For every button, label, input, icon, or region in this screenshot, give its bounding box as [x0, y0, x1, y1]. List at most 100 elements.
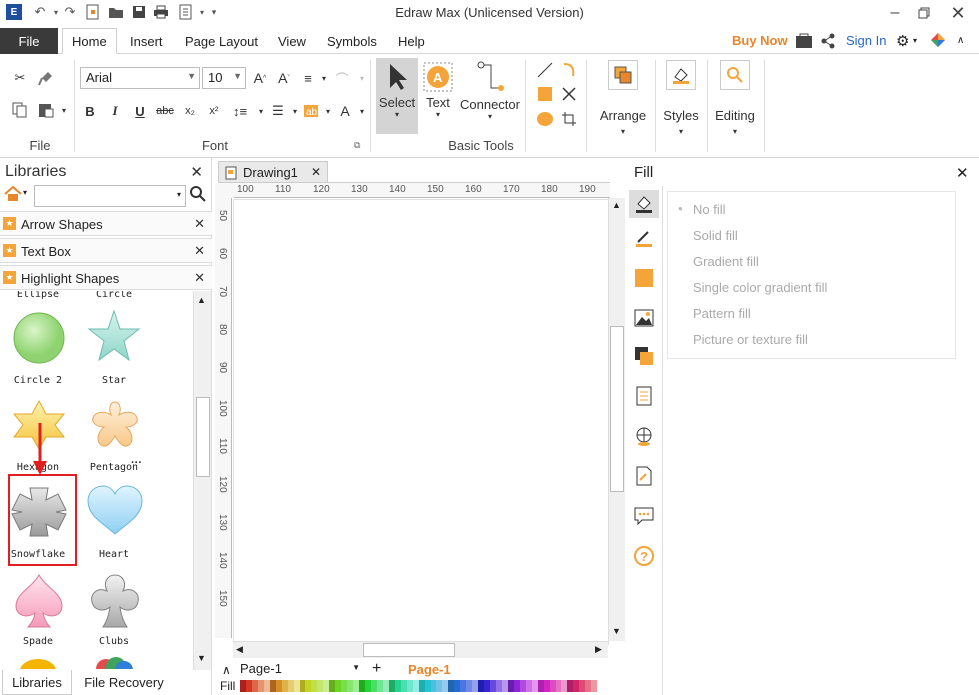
fill-icon[interactable] [629, 190, 659, 218]
arrange-button[interactable]: Arrange ▾ [594, 60, 652, 140]
close-category-icon[interactable]: ✕ [194, 270, 205, 286]
line-icon[interactable] [535, 60, 555, 80]
canvas-vertical-scrollbar[interactable]: ▲ ▼ [608, 198, 625, 641]
shape-clubs[interactable] [88, 573, 142, 632]
close-category-icon[interactable]: ✕ [194, 216, 205, 232]
align-dropdown-icon[interactable]: ▾ [314, 68, 334, 88]
layer-icon[interactable] [632, 344, 656, 368]
line-spacing-icon[interactable]: ↕≡ [230, 101, 250, 121]
copy-icon[interactable] [10, 100, 30, 120]
store-icon[interactable] [795, 33, 813, 52]
canvas-hscroll-thumb[interactable] [363, 643, 455, 657]
styles-button[interactable]: Styles ▾ [660, 60, 702, 140]
ellipse-icon[interactable] [535, 109, 555, 129]
close-window-button[interactable]: ✕ [946, 2, 970, 24]
help-icon[interactable]: ? [632, 544, 656, 568]
text-direction-icon[interactable]: ⌒ [332, 68, 352, 88]
text-direction-dropdown-icon[interactable]: ▾ [352, 68, 372, 88]
page-bar-collapse-icon[interactable]: ∧ [222, 663, 231, 677]
settings-icon[interactable]: ⚙ [896, 32, 909, 50]
library-search-input[interactable]: ▾ [34, 185, 186, 207]
subscript-icon[interactable]: x₂ [180, 101, 200, 121]
image-icon[interactable] [632, 306, 656, 330]
font-color-dropdown-icon[interactable]: ▾ [352, 101, 372, 121]
paste-icon[interactable] [36, 100, 56, 120]
connector-tool-button[interactable]: Connector ▾ [458, 58, 522, 134]
home-dropdown-icon[interactable]: ▾ [23, 188, 27, 197]
tab-insert[interactable]: Insert [130, 28, 163, 54]
rectangle-icon[interactable] [535, 84, 555, 104]
page-selector[interactable]: Page-1 ▼ [240, 661, 360, 679]
bold-icon[interactable]: B [80, 101, 100, 121]
shape-partial[interactable] [92, 655, 136, 669]
scroll-up-icon[interactable]: ▲ [612, 200, 621, 210]
shape-snowflake[interactable] [10, 486, 68, 541]
shape-partial[interactable] [18, 657, 58, 669]
crop-icon[interactable] [559, 109, 579, 129]
document-tab[interactable]: Drawing1 ✕ [218, 161, 328, 183]
scroll-down-icon[interactable]: ▼ [197, 653, 206, 663]
buy-now-link[interactable]: Buy Now [732, 33, 788, 48]
cross-icon[interactable] [559, 84, 579, 104]
font-size-select[interactable]: 10 ▼ [202, 67, 246, 89]
tab-file-recovery[interactable]: File Recovery [78, 670, 170, 695]
collapse-ribbon-icon[interactable]: ∧ [957, 35, 964, 46]
page-properties-icon[interactable] [632, 384, 656, 408]
paste-dropdown-icon[interactable]: ▾ [54, 100, 74, 120]
fill-option-gradient[interactable]: Gradient fill [693, 254, 759, 269]
library-scroll-thumb[interactable] [196, 397, 210, 477]
select-tool-button[interactable]: Select ▾ [376, 58, 418, 134]
attachment-icon[interactable] [632, 464, 656, 488]
file-menu[interactable]: File [0, 28, 58, 54]
tab-libraries[interactable]: Libraries [2, 670, 72, 695]
scroll-up-icon[interactable]: ▲ [197, 295, 206, 305]
shrink-font-icon[interactable]: Aˇ [274, 68, 294, 88]
format-painter-icon[interactable] [36, 68, 56, 88]
minimize-button[interactable]: – [883, 2, 907, 24]
font-name-select[interactable]: Arial ▼ [80, 67, 200, 89]
library-category-arrow-shapes[interactable]: ★ Arrow Shapes ✕ [0, 211, 212, 236]
grow-font-icon[interactable]: A ^ [250, 68, 270, 88]
cut-icon[interactable]: ✂ [10, 68, 30, 88]
tab-home[interactable]: Home [62, 28, 117, 54]
fill-option-no-fill[interactable]: No fill [693, 202, 726, 217]
add-page-icon[interactable]: + [372, 660, 381, 678]
share-icon[interactable] [821, 33, 835, 52]
canvas-horizontal-scrollbar[interactable]: ◀ ▶ [233, 641, 608, 658]
shape-pentagon[interactable] [87, 399, 143, 456]
tab-symbols[interactable]: Symbols [327, 28, 377, 54]
restore-button[interactable] [912, 2, 936, 24]
color-swatch[interactable] [591, 680, 598, 692]
scroll-left-icon[interactable]: ◀ [236, 644, 243, 655]
close-fill-panel-icon[interactable]: ✕ [956, 164, 969, 182]
fill-option-pattern[interactable]: Pattern fill [693, 306, 751, 321]
arc-icon[interactable] [559, 60, 579, 80]
library-category-text-box[interactable]: ★ Text Box ✕ [0, 238, 212, 263]
sign-in-link[interactable]: Sign In [846, 33, 886, 48]
tab-help[interactable]: Help [398, 28, 425, 54]
italic-icon[interactable]: I [105, 101, 125, 121]
font-dialog-launcher-icon[interactable]: ⧉ [354, 140, 360, 151]
superscript-icon[interactable]: x² [204, 101, 224, 121]
comment-icon[interactable] [632, 504, 656, 528]
tab-view[interactable]: View [278, 28, 306, 54]
underline-icon[interactable]: U [130, 101, 150, 121]
scroll-down-icon[interactable]: ▼ [612, 626, 621, 636]
strikethrough-icon[interactable]: abc [155, 101, 175, 121]
more-icon[interactable]: ··· [131, 457, 142, 469]
close-libraries-icon[interactable]: ✕ [190, 163, 203, 181]
search-icon[interactable] [190, 186, 206, 205]
fill-option-single-color-gradient[interactable]: Single color gradient fill [693, 280, 827, 295]
fill-option-solid[interactable]: Solid fill [693, 228, 738, 243]
color-palette[interactable] [240, 680, 598, 692]
editing-button[interactable]: Editing ▾ [712, 60, 758, 140]
apps-icon[interactable] [930, 32, 946, 51]
shape-star[interactable] [87, 309, 141, 366]
line-style-icon[interactable] [632, 226, 656, 250]
shape-heart[interactable] [86, 484, 144, 541]
close-category-icon[interactable]: ✕ [194, 243, 205, 259]
shape-spade[interactable] [12, 573, 66, 632]
text-tool-button[interactable]: A Text ▾ [419, 58, 457, 134]
scroll-right-icon[interactable]: ▶ [595, 644, 602, 655]
shadow-icon[interactable] [632, 266, 656, 290]
